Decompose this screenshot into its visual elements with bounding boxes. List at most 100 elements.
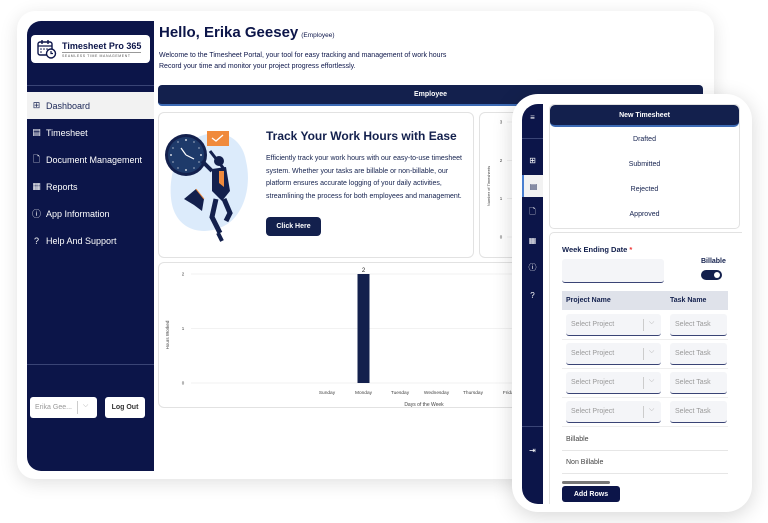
sidebar-item-document-management[interactable]: 🗋 Document Management bbox=[27, 146, 154, 173]
project-select[interactable]: Select Project ⌵ bbox=[566, 314, 661, 336]
info-icon[interactable]: ⓘ bbox=[522, 256, 543, 278]
table-header: Project Name Task Name bbox=[562, 291, 728, 310]
y-tick-label: 2 bbox=[500, 158, 503, 163]
sidebar-item-label: Timesheet bbox=[46, 127, 88, 138]
hero-title: Track Your Work Hours with Ease bbox=[266, 129, 457, 143]
sidebar-item-label: Reports bbox=[46, 181, 78, 192]
data-label: 2 bbox=[362, 268, 366, 274]
select-separator bbox=[643, 377, 644, 389]
toggle-knob bbox=[714, 272, 720, 278]
status-approved[interactable]: Approved bbox=[550, 202, 739, 227]
y-tick-label: 1 bbox=[182, 326, 185, 331]
sidebar: Timesheet Pro 365 SEAMLESS TIME MANAGEME… bbox=[27, 21, 154, 471]
select-separator bbox=[643, 348, 644, 360]
table-row: Select Project ⌵ Select Task bbox=[562, 311, 728, 340]
welcome-line: Welcome to the Timesheet Portal, your to… bbox=[159, 52, 447, 59]
sidebar-item-dashboard[interactable]: ⊞ Dashboard bbox=[27, 92, 154, 119]
select-separator bbox=[643, 406, 644, 418]
add-rows-button[interactable]: Add Rows bbox=[562, 486, 620, 502]
chevron-down-icon: ⌵ bbox=[83, 402, 89, 409]
list-item-billable[interactable]: Billable bbox=[562, 429, 728, 451]
task-select[interactable]: Select Task bbox=[670, 372, 727, 394]
chevron-down-icon: ⌵ bbox=[649, 319, 655, 326]
calendar-clock-icon bbox=[37, 40, 57, 59]
hours-worked-chart-svg: Hours Worked Days of the Week 0 1 2 2 Sund… bbox=[165, 268, 527, 408]
timesheet-icon: ▤ bbox=[32, 127, 41, 137]
y-tick-label: 0 bbox=[182, 381, 185, 386]
chevron-down-icon: ⌵ bbox=[649, 348, 655, 355]
x-tick-label: Monday bbox=[355, 390, 373, 396]
logout-icon[interactable]: ⇥ bbox=[522, 439, 543, 461]
status-rejected[interactable]: Rejected bbox=[550, 177, 739, 202]
task-select[interactable]: Select Task bbox=[670, 343, 727, 365]
bar-monday[interactable] bbox=[357, 274, 370, 383]
x-tick-label: Sunday bbox=[319, 390, 336, 396]
sidebar-item-help-and-support[interactable]: ? Help And Support bbox=[27, 227, 154, 254]
y-axis-label: Number of Timesheets bbox=[486, 166, 491, 206]
sidebar-item-timesheet[interactable]: ▤ Timesheet bbox=[27, 119, 154, 146]
y-tick-label: 1 bbox=[500, 196, 503, 201]
help-icon[interactable]: ? bbox=[522, 284, 543, 306]
week-ending-date-input[interactable] bbox=[562, 259, 664, 283]
billable-toggle[interactable] bbox=[701, 270, 722, 280]
sidebar-item-reports[interactable]: ▦ Reports bbox=[27, 173, 154, 200]
user-select-value: Erika Gee... bbox=[35, 404, 72, 411]
placeholder: Select Project bbox=[571, 379, 615, 386]
x-tick-label: Tuesday bbox=[391, 390, 410, 396]
reports-icon[interactable]: ▦ bbox=[522, 229, 543, 251]
hours-worked-chart: Hours Worked Days of the Week 0 1 2 2 Sund… bbox=[158, 262, 528, 408]
mobile-screen: ≡ ⊞ ▤ 🗋 ▦ ⓘ ? ⇥ New Timesheet Drafted Su… bbox=[522, 104, 742, 504]
sidebar-item-label: App Information bbox=[46, 208, 110, 219]
status-drafted[interactable]: Drafted bbox=[550, 127, 739, 152]
x-tick-label: Wednesday bbox=[424, 390, 450, 396]
table-row: Select Project ⌵ Select Task bbox=[562, 340, 728, 369]
document-icon[interactable]: 🗋 bbox=[522, 202, 543, 224]
table-row: Select Project ⌵ Select Task bbox=[562, 398, 728, 427]
user-select[interactable]: Erika Gee... ⌵ bbox=[30, 397, 97, 418]
task-select[interactable]: Select Task bbox=[670, 314, 727, 336]
hero-description: Efficiently track your work hours with o… bbox=[266, 155, 462, 200]
divider bbox=[522, 138, 543, 139]
dashboard-icon: ⊞ bbox=[32, 100, 41, 110]
sidebar-item-app-information[interactable]: ⓘ App Information bbox=[27, 200, 154, 227]
y-tick-label: 3 bbox=[500, 120, 503, 125]
column-header-task: Task Name bbox=[670, 297, 707, 304]
required-mark: * bbox=[629, 245, 633, 254]
timesheet-form: Week Ending Date * Billable Project Name… bbox=[549, 232, 742, 504]
horizontal-scrollbar[interactable] bbox=[562, 481, 610, 484]
chevron-down-icon: ⌵ bbox=[649, 377, 655, 384]
mobile-frame: ≡ ⊞ ▤ 🗋 ▦ ⓘ ? ⇥ New Timesheet Drafted Su… bbox=[512, 94, 752, 512]
list-item-non-billable[interactable]: Non Billable bbox=[562, 452, 728, 474]
select-separator bbox=[77, 401, 78, 414]
new-timesheet-button[interactable]: New Timesheet bbox=[550, 105, 739, 127]
label-text: Week Ending Date bbox=[562, 245, 628, 254]
task-select[interactable]: Select Task bbox=[670, 401, 727, 423]
greeting: Hello, Erika Geesey bbox=[159, 24, 299, 41]
app-title: Timesheet Pro 365 bbox=[62, 40, 142, 51]
x-axis-label: Days of the Week bbox=[404, 402, 444, 408]
project-select[interactable]: Select Project ⌵ bbox=[566, 372, 661, 394]
y-tick-label: 2 bbox=[182, 272, 185, 277]
y-axis-label: Hours Worked bbox=[165, 320, 170, 349]
divider bbox=[522, 426, 543, 427]
timesheet-status-menu: New Timesheet Drafted Submitted Rejected… bbox=[549, 104, 740, 229]
info-icon: ⓘ bbox=[31, 209, 41, 219]
project-select[interactable]: Select Project ⌵ bbox=[566, 343, 661, 365]
page: Timesheet Pro 365 SEAMLESS TIME MANAGEME… bbox=[0, 0, 768, 523]
timesheet-icon[interactable]: ▤ bbox=[522, 175, 543, 197]
dashboard-icon[interactable]: ⊞ bbox=[522, 149, 543, 171]
sidebar-nav: ⊞ Dashboard ▤ Timesheet 🗋 Document Manag… bbox=[27, 92, 154, 254]
billable-label: Billable bbox=[701, 258, 726, 265]
role-label: (Employee) bbox=[301, 32, 335, 39]
hero-card: Track Your Work Hours with Ease Efficien… bbox=[158, 112, 474, 258]
welcome-line: Record your time and monitor your projec… bbox=[159, 63, 356, 70]
project-select[interactable]: Select Project ⌵ bbox=[566, 401, 661, 423]
reports-icon: ▦ bbox=[32, 181, 41, 191]
select-separator bbox=[643, 319, 644, 331]
menu-icon[interactable]: ≡ bbox=[522, 106, 543, 128]
status-submitted[interactable]: Submitted bbox=[550, 152, 739, 177]
document-icon: 🗋 bbox=[32, 153, 41, 164]
logout-button[interactable]: Log Out bbox=[105, 397, 145, 418]
page-title: Hello, Erika Geesey (Employee) bbox=[159, 24, 334, 41]
click-here-button[interactable]: Click Here bbox=[266, 217, 321, 236]
